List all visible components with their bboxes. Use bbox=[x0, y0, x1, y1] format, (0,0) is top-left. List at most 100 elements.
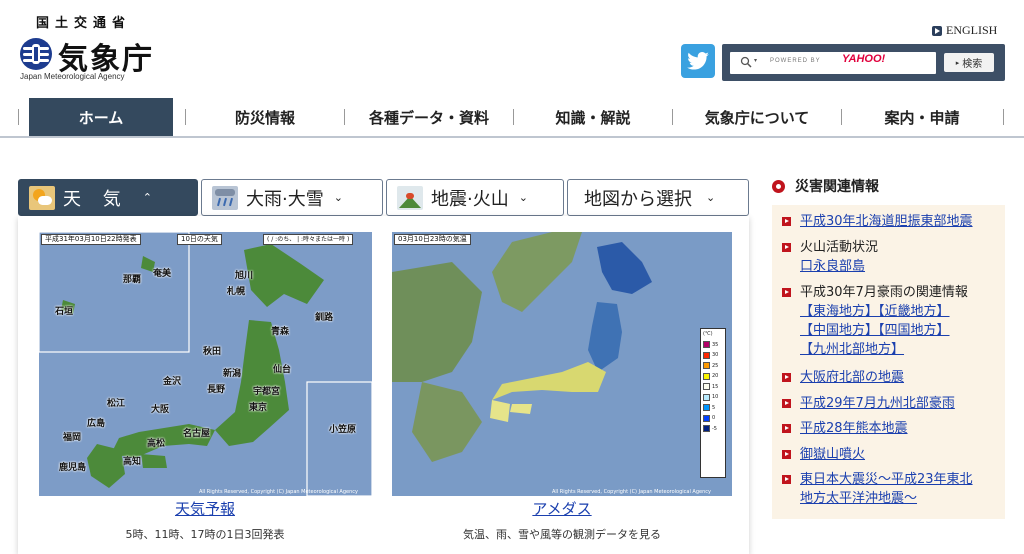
english-link-label: ENGLISH bbox=[946, 23, 998, 37]
amedas-description: 気温、雨、雪や風等の観測データを見る bbox=[463, 528, 661, 541]
legend-value: -5 bbox=[712, 425, 717, 432]
nav-item-data[interactable]: 各種データ・資料 bbox=[345, 98, 513, 136]
amedas-time-label: 03月10日23時の気温 bbox=[394, 234, 471, 245]
city-label: 福岡 bbox=[63, 433, 82, 443]
city-label: 広島 bbox=[87, 419, 106, 429]
chevron-down-icon: ⌄ bbox=[706, 191, 716, 204]
amedas-map-image[interactable]: 03月10日23時の気温 (℃) 35 30 25 20 15 10 5 0 -… bbox=[392, 232, 732, 496]
arrow-marker-icon bbox=[782, 217, 791, 226]
tab-label: 地図から選択 bbox=[584, 188, 692, 210]
tab-earthquake-volcano[interactable]: 地震·火山 ⌄ bbox=[386, 179, 564, 216]
list-item: 平成30年7月豪雨の関連情報 【東海地方】【近畿地方】 【中国地方】【四国地方】 【九… bbox=[782, 283, 968, 359]
search-icon bbox=[740, 56, 752, 68]
nav-item-guidance[interactable]: 案内・申請 bbox=[842, 98, 1002, 136]
forecast-day-label: 10日の天気 bbox=[177, 234, 222, 245]
disaster-link[interactable]: 【東海地方】【近畿地方】 bbox=[800, 304, 950, 319]
bullet-circle-icon bbox=[772, 179, 785, 193]
city-label: 長野 bbox=[207, 385, 226, 395]
chevron-down-icon: ⌄ bbox=[518, 191, 528, 204]
legend-value: 30 bbox=[712, 352, 719, 359]
yahoo-logo: YAHOO! bbox=[842, 53, 886, 65]
list-item: 平成29年7月九州北部豪雨 bbox=[782, 394, 955, 413]
tab-weather[interactable]: 天 気 ⌃ bbox=[18, 179, 198, 216]
city-label: 新潟 bbox=[223, 369, 242, 379]
disaster-label: 火山活動状況 bbox=[800, 240, 879, 255]
search-button-label: 検索 bbox=[962, 59, 983, 70]
nav-item-home[interactable]: ホーム bbox=[29, 98, 173, 136]
city-label: 松江 bbox=[107, 399, 126, 409]
chevron-up-icon: ⌃ bbox=[142, 191, 152, 204]
disaster-info-title: 災害関連情報 bbox=[795, 179, 879, 195]
nav-item-about[interactable]: 気象庁について bbox=[673, 98, 841, 136]
arrow-marker-icon bbox=[782, 373, 791, 382]
city-label: 大阪 bbox=[151, 405, 170, 415]
forecast-description: 5時、11時、17時の1日3回発表 bbox=[125, 528, 285, 541]
powered-by-label: POWERED BY bbox=[770, 58, 821, 64]
chevron-down-icon: ▾ bbox=[754, 57, 758, 64]
disaster-link[interactable]: 【九州北部地方】 bbox=[800, 342, 904, 357]
city-label: 金沢 bbox=[163, 377, 182, 387]
map-copyright: All Rights Reserved, Copyright (C) Japan… bbox=[552, 489, 711, 495]
city-label: 小笠原 bbox=[329, 425, 357, 435]
search-input[interactable]: ▾ POWERED BY YAHOO! bbox=[730, 52, 936, 74]
disaster-link[interactable]: 口永良部島 bbox=[800, 259, 865, 274]
list-item: 東日本大震災～平成23年東北 地方太平洋沖地震～ bbox=[782, 470, 973, 508]
city-label: 鹿児島 bbox=[59, 463, 87, 473]
disaster-link[interactable]: 地方太平洋沖地震～ bbox=[800, 491, 917, 506]
nav-item-disaster-info[interactable]: 防災情報 bbox=[186, 98, 344, 136]
forecast-legend-note: ( / :のち、 | :時々または一時 ) bbox=[263, 234, 354, 245]
tab-label: 天 気 bbox=[63, 188, 129, 210]
list-item: 火山活動状況 口永良部島 bbox=[782, 238, 878, 276]
map-copyright: All Rights Reserved, Copyright (C) Japan… bbox=[199, 489, 358, 495]
tab-heavy-rain-snow[interactable]: 大雨·大雪 ⌄ bbox=[201, 179, 383, 216]
city-label: 秋田 bbox=[203, 347, 222, 357]
legend-value: 10 bbox=[712, 394, 719, 401]
tab-label: 大雨·大雪 bbox=[246, 188, 324, 210]
list-item: 大阪府北部の地震 bbox=[782, 368, 904, 387]
disaster-link[interactable]: 平成30年北海道胆振東部地震 bbox=[800, 214, 973, 229]
english-link[interactable]: ENGLISH bbox=[932, 23, 997, 38]
arrow-marker-icon bbox=[782, 288, 791, 297]
forecast-map-image[interactable]: 平成31年03月10日22時発表 10日の天気 ( / :のち、 | :時々また… bbox=[39, 232, 372, 496]
nav-divider bbox=[18, 109, 19, 125]
city-label: 仙台 bbox=[273, 365, 292, 375]
temperature-map-graphic bbox=[392, 232, 652, 462]
arrow-marker-icon bbox=[782, 450, 791, 459]
disaster-link[interactable]: 大阪府北部の地震 bbox=[800, 370, 904, 385]
arrow-marker-icon bbox=[782, 475, 791, 484]
disaster-link[interactable]: 平成29年7月九州北部豪雨 bbox=[800, 396, 955, 411]
disaster-link[interactable]: 東日本大震災～平成23年東北 bbox=[800, 472, 973, 487]
forecast-link[interactable]: 天気予報 bbox=[18, 498, 392, 519]
city-label: 釧路 bbox=[315, 313, 334, 323]
tab-select-from-map[interactable]: 地図から選択 ⌄ bbox=[567, 179, 749, 216]
weather-panel: 平成31年03月10日22時発表 10日の天気 ( / :のち、 | :時々また… bbox=[18, 216, 749, 554]
japan-map-graphic bbox=[39, 232, 372, 496]
disaster-link[interactable]: 平成28年熊本地震 bbox=[800, 421, 908, 436]
legend-unit: (℃) bbox=[703, 331, 713, 338]
city-label: 那覇 bbox=[123, 275, 142, 285]
disaster-link[interactable]: 【中国地方】【四国地方】 bbox=[800, 323, 950, 338]
legend-value: 0 bbox=[712, 415, 716, 422]
legend-value: 5 bbox=[712, 404, 716, 411]
disaster-info-heading: 災害関連情報 bbox=[772, 176, 879, 196]
jma-logo-icon[interactable] bbox=[20, 38, 52, 70]
disaster-link[interactable]: 御嶽山噴火 bbox=[800, 447, 865, 462]
city-label: 高知 bbox=[123, 457, 142, 467]
site-search: ▾ POWERED BY YAHOO! ▸ 検索 bbox=[722, 44, 1005, 81]
global-nav: ホーム 防災情報 各種データ・資料 知識・解説 気象庁について 案内・申請 bbox=[0, 97, 1024, 138]
search-button[interactable]: ▸ 検索 bbox=[944, 53, 994, 72]
city-label: 青森 bbox=[271, 327, 290, 337]
amedas-link[interactable]: アメダス bbox=[392, 498, 732, 519]
legend-value: 25 bbox=[712, 362, 719, 369]
city-label: 石垣 bbox=[55, 307, 74, 317]
chevron-down-icon: ⌄ bbox=[333, 191, 343, 204]
volcano-icon bbox=[397, 185, 423, 210]
city-label: 奄美 bbox=[153, 269, 172, 279]
legend-value: 20 bbox=[712, 373, 719, 380]
disaster-label: 平成30年7月豪雨の関連情報 bbox=[800, 285, 968, 300]
sun-cloud-icon bbox=[29, 185, 55, 210]
twitter-button[interactable] bbox=[681, 44, 715, 78]
list-item: 平成28年熊本地震 bbox=[782, 419, 908, 438]
city-label: 札幌 bbox=[227, 287, 246, 297]
nav-item-knowledge[interactable]: 知識・解説 bbox=[514, 98, 672, 136]
